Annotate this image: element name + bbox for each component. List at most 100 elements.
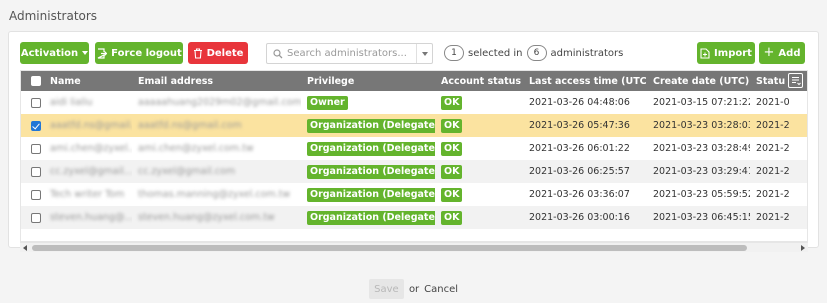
status-badge: OK <box>441 210 463 225</box>
column-header-last-access[interactable]: Last access time (UTC) <box>523 71 647 91</box>
cell-last-access: 2021-03-26 06:01:22 <box>529 143 630 154</box>
row-checkbox[interactable] <box>31 143 41 154</box>
save-button[interactable]: Save <box>368 279 404 299</box>
admin-name: Tech writer Tom <box>50 189 125 200</box>
column-header-name[interactable]: Name <box>44 71 132 91</box>
cell-privilege: Owner <box>301 91 435 114</box>
admin-page: Administrators Activation Force logout D… <box>0 0 827 303</box>
cell-name: ami.chen@zyxel... <box>44 137 132 160</box>
row-checkbox[interactable] <box>31 212 41 223</box>
privilege-badge: Organization (Delegated) <box>307 164 435 179</box>
row-checkbox-cell <box>21 160 44 183</box>
cell-status: 2021-2 <box>756 212 790 223</box>
cell-last-access: 2021-03-26 05:47:36 <box>529 120 630 131</box>
cell-name: steven.huang@... <box>44 206 132 229</box>
toolbar: Activation Force logout Delete Search ad… <box>20 42 810 66</box>
cell-privilege: Organization (Delegated) <box>301 206 435 229</box>
cell-account-status: OK <box>435 137 523 160</box>
row-checkbox[interactable] <box>31 189 41 200</box>
horizontal-scrollbar[interactable] <box>20 242 808 252</box>
column-header-status[interactable]: Statu <box>756 76 785 87</box>
table-row[interactable]: Tech writer Tom thomas.manning@zyxel.com.… <box>21 183 807 206</box>
privilege-badge: Owner <box>307 95 348 110</box>
cell-privilege: Organization (Delegated) <box>301 183 435 206</box>
cell-name: cc.zyxel@gmail... <box>44 160 132 183</box>
admin-name: steven.huang@... <box>50 212 132 223</box>
scroll-left-icon[interactable] <box>23 245 27 251</box>
page-title: Administrators <box>9 9 98 23</box>
admin-email: aaatfd.ns@gmail.com <box>138 120 242 131</box>
search-icon <box>273 48 283 58</box>
column-header-account-status[interactable]: Account status <box>435 71 523 91</box>
add-button[interactable]: + Add <box>759 42 805 64</box>
cell-last-access: 2021-03-26 06:25:57 <box>529 166 630 177</box>
row-checkbox[interactable] <box>31 166 41 177</box>
status-badge: OK <box>441 187 463 202</box>
cell-email: ami.chen@zyxel.com.tw <box>132 137 301 160</box>
cell-privilege: Organization (Delegated) <box>301 160 435 183</box>
add-label: Add <box>778 47 801 59</box>
admin-email: steven.huang@zyxel.com.tw <box>138 212 275 223</box>
row-checkbox[interactable] <box>31 120 41 131</box>
table-row[interactable]: cc.zyxel@gmail... cc.zyxel@gmail.com Organ… <box>21 160 807 183</box>
search-box <box>266 43 433 64</box>
admin-email: aaaaahuang2029m02@gmail.com <box>138 97 301 108</box>
cell-name: Tech writer Tom <box>44 183 132 206</box>
administrators-panel: Activation Force logout Delete Search ad… <box>8 31 819 252</box>
delete-button[interactable]: Delete <box>188 42 248 64</box>
cell-email: cc.zyxel@gmail.com <box>132 160 301 183</box>
cancel-link[interactable]: Cancel <box>424 284 458 295</box>
admin-name: ami.chen@zyxel... <box>50 143 132 154</box>
import-button[interactable]: Import <box>697 42 755 64</box>
table-row[interactable]: aaatfd.ns@gmail... aaatfd.ns@gmail.com Org… <box>21 114 807 137</box>
column-header-privilege[interactable]: Privilege <box>301 71 435 91</box>
column-header-email[interactable]: Email address <box>132 71 301 91</box>
row-checkbox-cell <box>21 137 44 160</box>
trash-icon <box>193 47 202 59</box>
row-checkbox-cell <box>21 114 44 137</box>
cell-create-date: 2021-03-15 07:21:22 <box>653 97 750 108</box>
cell-privilege: Organization (Delegated) <box>301 137 435 160</box>
cell-status: 2021-2 <box>756 120 790 131</box>
cell-create-date: 2021-03-23 03:28:03 <box>653 120 750 131</box>
cell-account-status: OK <box>435 91 523 114</box>
row-checkbox-cell <box>21 183 44 206</box>
import-label: Import <box>714 47 752 59</box>
total-count-badge: 6 <box>526 45 547 61</box>
status-badge: OK <box>441 164 463 179</box>
admin-name: aidi lialiu <box>50 97 93 108</box>
table-row[interactable]: ami.chen@zyxel... ami.chen@zyxel.com.tw Or… <box>21 137 807 160</box>
search-input[interactable] <box>287 48 417 59</box>
table-row[interactable]: steven.huang@... steven.huang@zyxel.com.t… <box>21 206 807 229</box>
cell-create-date: 2021-03-23 05:59:52 <box>653 189 750 200</box>
cell-last-access: 2021-03-26 03:00:16 <box>529 212 630 223</box>
cell-status: 2021-2 <box>756 189 790 200</box>
column-header-create-date[interactable]: Create date (UTC) <box>647 71 750 91</box>
row-checkbox-cell <box>21 91 44 114</box>
logout-icon <box>97 47 108 59</box>
table-row[interactable]: aidi lialiu aaaaahuang2029m02@gmail.com Ow… <box>21 91 807 114</box>
selected-in-text: selected in <box>468 47 523 59</box>
column-settings-icon[interactable] <box>788 73 803 88</box>
privilege-badge: Organization (Delegated) <box>307 210 435 225</box>
search-filter-dropdown[interactable] <box>416 44 432 63</box>
scrollbar-thumb[interactable] <box>32 245 747 251</box>
privilege-badge: Organization (Delegated) <box>307 141 435 156</box>
cell-name: aaatfd.ns@gmail... <box>44 114 132 137</box>
activation-dropdown-button[interactable]: Activation <box>20 42 89 64</box>
cell-create-date: 2021-03-23 03:29:41 <box>653 166 750 177</box>
cell-status: 2021-2 <box>756 143 790 154</box>
select-all-checkbox[interactable] <box>31 76 41 86</box>
or-text: or <box>408 283 420 295</box>
row-checkbox[interactable] <box>31 97 41 108</box>
activation-label: Activation <box>20 47 79 59</box>
status-badge: OK <box>441 95 463 110</box>
form-footer: Save or Cancel <box>0 279 827 299</box>
admin-name: aaatfd.ns@gmail... <box>50 120 132 131</box>
administrators-text: administrators <box>550 47 624 59</box>
plus-icon: + <box>763 45 775 60</box>
cell-account-status: OK <box>435 114 523 137</box>
scroll-right-icon[interactable] <box>801 245 805 251</box>
administrators-table: Name Email address Privilege Account sta… <box>20 70 808 242</box>
force-logout-button[interactable]: Force logout <box>95 42 183 64</box>
